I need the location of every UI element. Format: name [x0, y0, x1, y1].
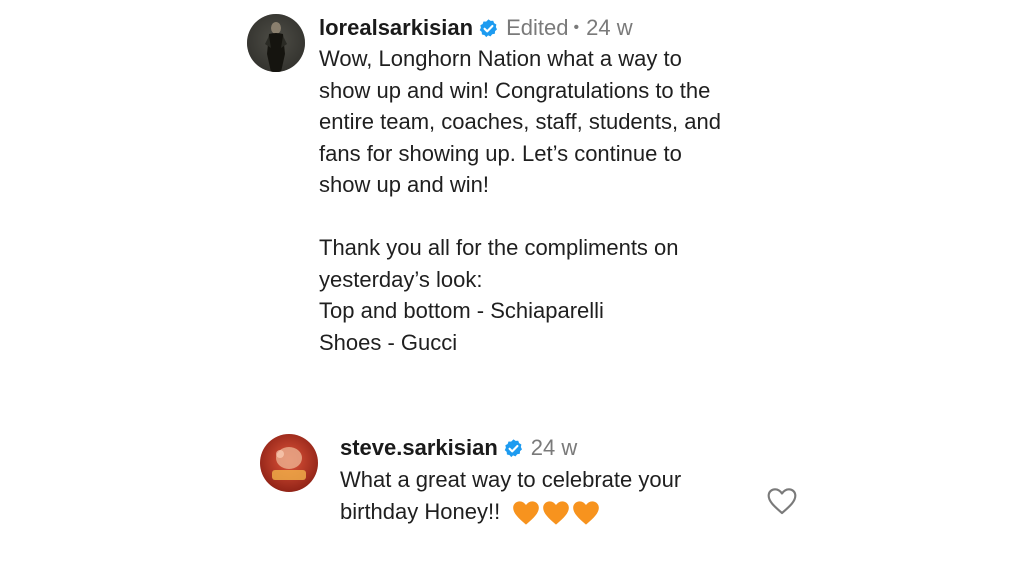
orange-heart-icon — [543, 501, 570, 525]
reply-text-line-2: birthday Honey!! — [340, 496, 760, 528]
avatar-lorealsarkisian[interactable] — [247, 14, 305, 72]
meta-separator: • — [573, 19, 580, 36]
edited-label: Edited — [506, 15, 569, 40]
reply-text-line: birthday Honey!! — [340, 499, 501, 524]
caption-line: Top and bottom - Schiaparelli — [319, 298, 604, 323]
verified-badge-icon — [503, 438, 524, 459]
reply-text: What a great way to celebrate your birth… — [340, 464, 760, 528]
caption-line: Thank you all for the compliments on — [319, 235, 679, 260]
avatar-steve-sarkisian[interactable] — [260, 434, 318, 492]
caption-line: entire team, coaches, staff, students, a… — [319, 109, 721, 134]
caption-line: Shoes - Gucci — [319, 329, 458, 355]
caption-line: show up and win! Congratulations to the — [319, 77, 711, 103]
caption-line: Wow, Longhorn Nation what a way to — [319, 46, 682, 71]
caption-line: show up and win! — [319, 172, 489, 197]
caption-line: yesterday’s look: — [319, 266, 483, 292]
post-body: lorealsarkisian Edited • 24 w Wow, Longh… — [319, 12, 799, 358]
reply-time-ago: 24 w — [530, 435, 578, 460]
post-time-ago: 24 w — [586, 15, 633, 40]
reply-body: steve.sarkisian 24 w What a great way to… — [340, 432, 760, 528]
heart-outline-icon — [767, 488, 797, 515]
like-comment-button[interactable] — [766, 486, 798, 516]
comment-thread: lorealsarkisian Edited • 24 w Wow, Longh… — [0, 0, 1024, 576]
reply-header: steve.sarkisian 24 w — [340, 432, 760, 464]
post-username[interactable]: lorealsarkisian — [319, 15, 473, 41]
orange-heart-icon — [573, 501, 600, 525]
caption-line: fans for showing up. Let’s continue to — [319, 140, 682, 166]
post-caption-text: Wow, Longhorn Nation what a way to show … — [319, 43, 799, 358]
reply-username[interactable]: steve.sarkisian — [340, 435, 498, 461]
verified-badge-icon — [478, 18, 499, 39]
reply-text-line: What a great way to celebrate your — [340, 467, 682, 492]
post-header: lorealsarkisian Edited • 24 w — [319, 12, 799, 44]
heart-emojis — [512, 500, 600, 526]
orange-heart-icon — [513, 501, 540, 525]
